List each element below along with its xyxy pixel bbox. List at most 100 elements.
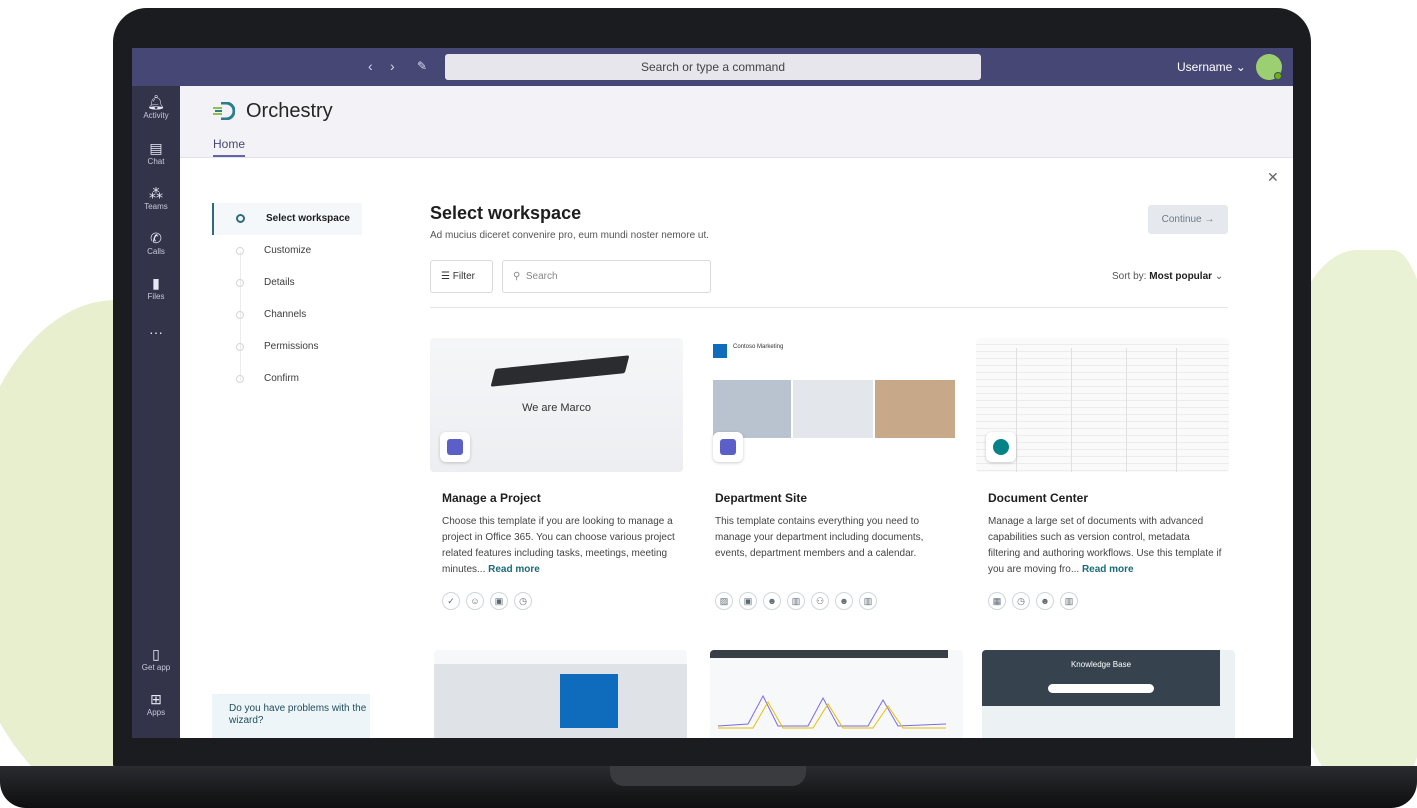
step-label: Customize [264, 245, 312, 256]
rail-label: Activity [143, 111, 169, 120]
news-image [875, 380, 955, 438]
step-confirm[interactable]: Confirm [212, 363, 362, 395]
sort-label: Sort by: [1112, 271, 1147, 282]
mobile-icon: ▯ [152, 646, 160, 662]
kb-title: Knowledge Base [1070, 660, 1132, 669]
rail-item-teams[interactable]: ⁂ Teams [132, 185, 180, 211]
app-header: Orchestry Home [180, 86, 1293, 158]
arrow-right-icon: → [1204, 214, 1215, 225]
rail-item-get-app[interactable]: ▯ Get app [132, 646, 180, 672]
teams-badge-icon [713, 432, 743, 462]
step-customize[interactable]: Customize [212, 235, 362, 267]
help-link[interactable]: Do you have problems with the wizard? [212, 694, 370, 738]
news-image [713, 380, 791, 438]
card-thumbnail: We are Marco [430, 338, 683, 472]
phone-icon: ✆ [150, 230, 162, 246]
filter-button[interactable]: ☰ Filter [430, 260, 493, 293]
more-icon: ··· [149, 324, 163, 340]
image-icon: ▨ [715, 592, 733, 610]
username-menu[interactable]: Username ⌄ [1177, 60, 1246, 74]
step-dot-icon [236, 311, 244, 319]
continue-button[interactable]: Continue → [1148, 205, 1228, 234]
template-card-analytics[interactable] [710, 650, 963, 738]
card-desc-text: This template contains everything you ne… [715, 516, 924, 559]
step-label: Select workspace [266, 213, 350, 224]
teams-icon: ⁂ [149, 185, 163, 201]
compose-icon[interactable]: ✎ [417, 59, 427, 73]
template-card-department-site[interactable]: Contoso Marketing Department Site This t… [703, 338, 956, 610]
card-title: Department Site [715, 491, 808, 505]
rail-label: Calls [147, 247, 165, 256]
card-desc-text: Choose this template if you are looking … [442, 516, 675, 575]
people-icon: ☻ [763, 592, 781, 610]
read-more-link[interactable]: Read more [488, 564, 540, 575]
calendar-icon: ▣ [490, 592, 508, 610]
template-card-manage-project[interactable]: We are Marco Manage a Project Choose thi… [430, 338, 683, 610]
clock-icon: ◷ [1012, 592, 1030, 610]
rail-item-activity[interactable]: 🔔︎ Activity [132, 94, 180, 120]
teams-topbar: ‹ › ✎ Search or type a command Username … [132, 48, 1293, 86]
template-card-document-center[interactable]: Document Center Manage a large set of do… [976, 338, 1229, 610]
step-channels[interactable]: Channels [212, 299, 362, 331]
step-permissions[interactable]: Permissions [212, 331, 362, 363]
rail-item-chat[interactable]: ▤ Chat [132, 140, 180, 166]
read-more-link[interactable]: Read more [1082, 564, 1134, 575]
sort-dropdown[interactable]: Sort by: Most popular ⌄ [1112, 271, 1223, 282]
page-title: Select workspace [430, 203, 582, 223]
chart-icon: ▥ [1060, 592, 1078, 610]
dashboard-header [710, 650, 948, 658]
step-label: Confirm [264, 373, 300, 384]
rail-item-more[interactable]: ··· [132, 324, 180, 340]
app-rail: 🔔︎ Activity ▤ Chat ⁂ Teams ✆ Calls ▮ Fil… [132, 86, 180, 738]
step-select-workspace[interactable]: Select workspace [212, 203, 362, 235]
grid-column [1016, 348, 1017, 472]
step-dot-icon [236, 375, 244, 383]
chevron-down-icon: ⌄ [1214, 271, 1224, 282]
task-icon: ✓ [442, 592, 460, 610]
forward-icon[interactable]: › [390, 58, 395, 74]
people-icon: ☻ [1036, 592, 1054, 610]
group-icon: ⚇ [811, 592, 829, 610]
app-title: Orchestry [246, 100, 333, 122]
filter-icon: ☰ [441, 271, 450, 282]
rail-item-apps[interactable]: ⊞ Apps [132, 691, 180, 717]
template-card-communication[interactable] [434, 650, 687, 738]
search-input[interactable]: ⚲ Search [502, 260, 711, 293]
back-icon[interactable]: ‹ [368, 58, 373, 74]
close-icon[interactable]: ✕ [1267, 169, 1279, 186]
calendar-icon: ▦ [988, 592, 1006, 610]
feature-icons: ▦ ◷ ☻ ▥ [988, 591, 1084, 610]
hero-tile [560, 674, 618, 728]
bell-icon: 🔔︎ [147, 94, 165, 110]
step-dot-icon [236, 279, 244, 287]
command-search-input[interactable]: Search or type a command [445, 54, 981, 80]
rail-label: Apps [146, 708, 166, 717]
step-dot-icon [236, 214, 245, 223]
feature-icons: ✓ ☺ ▣ ◷ [442, 591, 538, 610]
calendar-icon: ▣ [739, 592, 757, 610]
username-label: Username [1177, 60, 1233, 74]
chevron-down-icon: ⌄ [1235, 60, 1246, 74]
file-icon: ▮ [152, 275, 160, 291]
tab-home[interactable]: Home [213, 137, 246, 157]
grid-column [1176, 348, 1177, 472]
people-icon: ☻ [835, 592, 853, 610]
wizard-steps: Select workspace Customize Details Chann… [212, 203, 362, 395]
site-logo-icon [713, 344, 727, 358]
search-placeholder: Search [525, 271, 558, 282]
sharepoint-badge-icon [986, 432, 1016, 462]
step-details[interactable]: Details [212, 267, 362, 299]
rail-label: Teams [144, 202, 168, 211]
divider [430, 307, 1228, 308]
kb-search-input[interactable] [1048, 684, 1154, 693]
step-label: Channels [264, 309, 307, 320]
news-image [793, 380, 873, 438]
template-card-knowledge-base[interactable]: Knowledge Base [982, 650, 1235, 738]
clock-icon: ◷ [514, 592, 532, 610]
rail-item-calls[interactable]: ✆ Calls [132, 230, 180, 256]
rail-item-files[interactable]: ▮ Files [132, 275, 180, 301]
line-chart-thumbnail [718, 694, 946, 729]
card-thumbnail: Contoso Marketing [703, 338, 956, 472]
continue-label: Continue [1161, 214, 1202, 225]
filter-label: Filter [452, 271, 475, 282]
